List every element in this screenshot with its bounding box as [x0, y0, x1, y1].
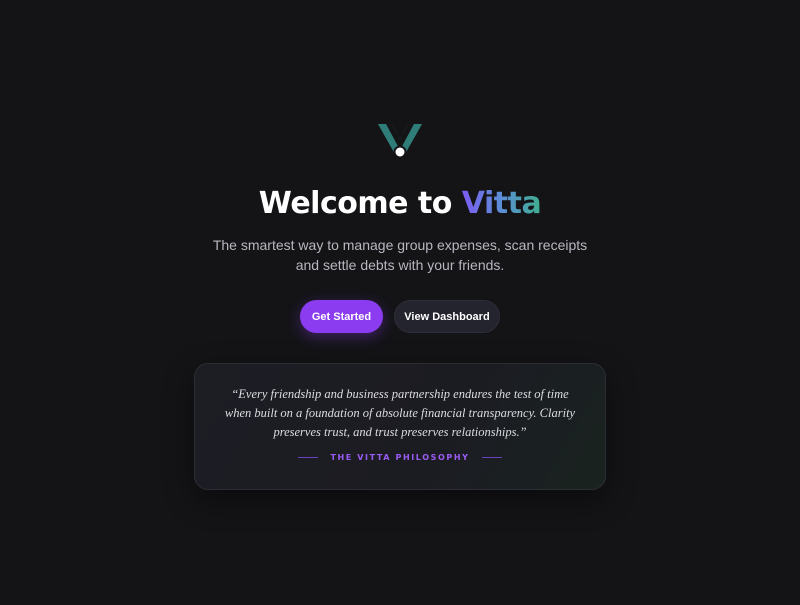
welcome-page: Welcome to Vitta The smartest way to man…: [0, 0, 800, 605]
vitta-logo-icon: [378, 124, 422, 159]
page-title: Welcome to Vitta: [258, 184, 542, 224]
attribution-divider-right: [481, 457, 502, 458]
title-brand: Vitta: [461, 186, 542, 221]
hero-actions: Get Started View Dashboard: [300, 300, 500, 333]
title-prefix: Welcome to: [258, 186, 462, 221]
philosophy-quote-card: “Every friendship and business partnersh…: [194, 363, 606, 490]
quote-attribution: THE VITTA PHILOSOPHY: [298, 453, 502, 462]
attribution-label: THE VITTA PHILOSOPHY: [330, 453, 470, 462]
quote-text: “Every friendship and business partnersh…: [224, 387, 576, 439]
attribution-divider-left: [298, 457, 319, 458]
get-started-button[interactable]: Get Started: [300, 300, 383, 333]
view-dashboard-button[interactable]: View Dashboard: [394, 300, 500, 333]
hero-subtitle: The smartest way to manage group expense…: [212, 237, 588, 273]
